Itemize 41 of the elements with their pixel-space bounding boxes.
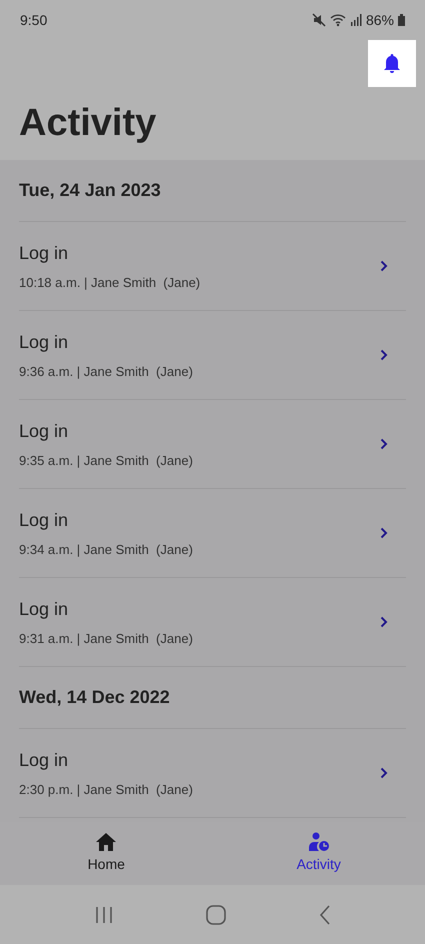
status-time: 9:50	[20, 10, 48, 30]
activity-title: Log in	[19, 330, 70, 354]
date-heading: Wed, 14 Dec 2022	[19, 686, 170, 709]
back-icon[interactable]	[318, 904, 331, 924]
activity-row[interactable]: Log in 9:34 a.m. | Jane Smith (Jane)	[19, 489, 406, 578]
nav-tab[interactable]: Home	[0, 822, 212, 885]
activity-title: Log in	[19, 508, 70, 532]
chevron-right-icon	[380, 260, 388, 272]
activity-row[interactable]: Log in 10:18 a.m. | Jane Smith (Jane)	[19, 222, 406, 311]
activity-detail: 10:18 a.m. | Jane Smith (Jane)	[19, 274, 200, 292]
mute-icon	[312, 13, 326, 27]
chevron-right-icon	[380, 438, 388, 450]
chevron-right-icon	[380, 349, 388, 361]
wifi-icon	[330, 13, 346, 27]
activity-detail: 2:30 p.m. | Jane Smith (Jane)	[19, 780, 193, 799]
signal-icon	[350, 14, 362, 26]
activity-row[interactable]: Log in 9:36 a.m. | Jane Smith (Jane)	[19, 311, 406, 400]
chevron-right-icon	[380, 616, 388, 628]
activity-row[interactable]: Log in 2:30 p.m. | Jane Smith (Jane)	[19, 729, 406, 818]
chevron-right-icon	[380, 527, 388, 539]
activity-detail: 9:34 a.m. | Jane Smith (Jane)	[19, 540, 193, 559]
activity-detail: 9:35 a.m. | Jane Smith (Jane)	[19, 452, 193, 470]
chevron-right-icon	[380, 767, 388, 779]
notifications-button[interactable]	[368, 40, 416, 87]
activity-row[interactable]: Log in 9:31 a.m. | Jane Smith (Jane)	[19, 578, 406, 667]
battery-percent: 86%	[366, 10, 394, 30]
home-icon	[95, 832, 118, 852]
activity-title: Log in	[19, 242, 70, 265]
activity-detail: 9:31 a.m. | Jane Smith (Jane)	[19, 630, 193, 648]
date-heading: Tue, 24 Jan 2023	[19, 179, 161, 202]
person-clock-icon	[308, 832, 330, 852]
page-title: Activity	[19, 104, 156, 142]
nav-tab[interactable]: Activity	[212, 822, 425, 885]
activity-title: Log in	[19, 420, 70, 443]
recent-apps-icon[interactable]	[94, 906, 114, 924]
activity-title: Log in	[19, 748, 70, 772]
activity-title: Log in	[19, 598, 70, 621]
activity-row[interactable]: Log in 9:35 a.m. | Jane Smith (Jane)	[19, 400, 406, 489]
bell-icon	[382, 52, 402, 74]
battery-icon	[398, 14, 405, 26]
activity-detail: 9:36 a.m. | Jane Smith (Jane)	[19, 362, 193, 381]
